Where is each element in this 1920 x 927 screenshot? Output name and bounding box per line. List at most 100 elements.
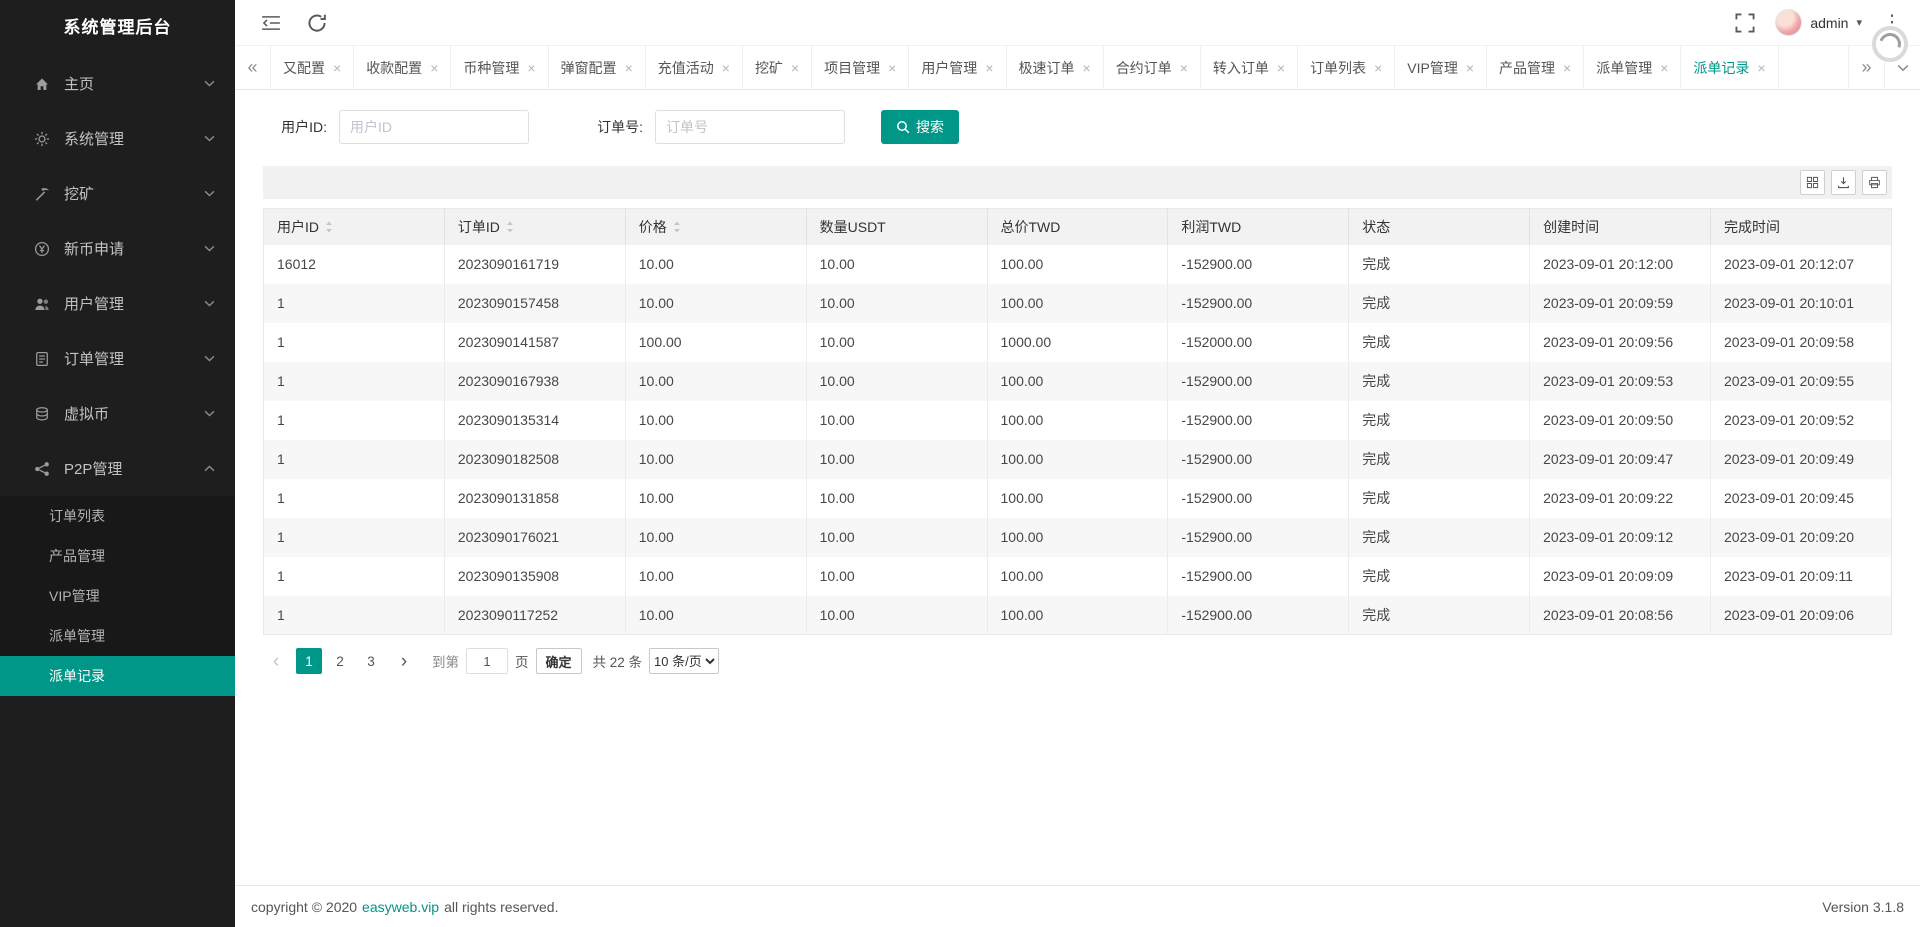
close-icon[interactable]: × [985,61,993,75]
sidebar-item[interactable]: 挖矿 [0,166,235,221]
sidebar-item[interactable]: P2P管理 [0,441,235,496]
table-cell: 100.00 [987,479,1168,518]
column-header[interactable]: 订单ID [444,209,625,245]
sidebar-subitem[interactable]: 派单管理 [0,616,235,656]
site-link[interactable]: easyweb.vip [362,899,439,915]
tab[interactable]: 用户管理× [909,46,1006,89]
next-page-button[interactable]: › [391,648,417,674]
close-icon[interactable]: × [1660,61,1668,75]
sort-icon[interactable] [325,221,333,233]
close-icon[interactable]: × [1563,61,1571,75]
close-icon[interactable]: × [722,61,730,75]
tab-label: 派单记录 [1693,58,1749,78]
tab[interactable]: 产品管理× [1487,46,1584,89]
search-button-label: 搜索 [916,117,944,137]
table-row[interactable]: 1202309013185810.0010.00100.00-152900.00… [264,479,1892,518]
sidebar-subitem[interactable]: 派单记录 [0,656,235,696]
tab[interactable]: 弹窗配置× [549,46,646,89]
page-number-button[interactable]: 1 [296,648,322,674]
close-icon[interactable]: × [1180,61,1188,75]
export-button[interactable] [1831,170,1856,195]
page-number-button[interactable]: 3 [358,648,384,674]
sidebar-subitem[interactable]: 订单列表 [0,496,235,536]
user-id-input[interactable] [339,110,529,144]
close-icon[interactable]: × [1277,61,1285,75]
tab[interactable]: 收款配置× [354,46,451,89]
table-cell: 100.00 [987,518,1168,557]
chevron-down-icon [204,300,215,307]
sidebar-item[interactable]: 新币申请 [0,221,235,276]
search-button[interactable]: 搜索 [881,110,959,144]
close-icon[interactable]: × [888,61,896,75]
sidebar-subitem[interactable]: VIP管理 [0,576,235,616]
close-icon[interactable]: × [1757,61,1765,75]
tab[interactable]: 派单管理× [1584,46,1681,89]
tab[interactable]: 极速订单× [1007,46,1104,89]
app-title: 系统管理后台 [0,0,235,56]
tab[interactable]: 转入订单 × [1201,46,1298,89]
table-cell: -152900.00 [1168,479,1349,518]
table-cell: 完成 [1349,518,1530,557]
page-size-select[interactable]: 10 条/页 [649,648,719,674]
orders-table: 用户ID订单ID价格数量USDT总价TWD利润TWD状态创建时间完成时间 160… [263,208,1892,635]
fullscreen-icon[interactable] [1735,13,1755,33]
table-row[interactable]: 1202309013590810.0010.00100.00-152900.00… [264,557,1892,596]
table-row[interactable]: 1202309017602110.0010.00100.00-152900.00… [264,518,1892,557]
goto-page-input[interactable] [466,648,508,674]
table-row[interactable]: 12023090141587100.0010.001000.00-152000.… [264,323,1892,362]
sort-icon[interactable] [673,221,681,233]
table-row[interactable]: 1202309011725210.0010.00100.00-152900.00… [264,596,1892,635]
table-row[interactable]: 1202309016793810.0010.00100.00-152900.00… [264,362,1892,401]
close-icon[interactable]: × [333,61,341,75]
table-cell: 2023-09-01 20:09:59 [1530,284,1711,323]
close-icon[interactable]: × [430,61,438,75]
table-row[interactable]: 1202309018250810.0010.00100.00-152900.00… [264,440,1892,479]
prev-page-button[interactable]: ‹ [263,648,289,674]
table-body: 16012202309016171910.0010.00100.00-15290… [264,245,1892,635]
tab[interactable]: 币种管理× [451,46,548,89]
tab[interactable]: 充值活动× [646,46,743,89]
print-button[interactable] [1862,170,1887,195]
tab[interactable]: 挖矿× [743,46,812,89]
user-menu[interactable]: admin ▾ [1775,9,1862,36]
table-cell: 1 [264,518,445,557]
page-number-button[interactable]: 2 [327,648,353,674]
table-row[interactable]: 1202309013531410.0010.00100.00-152900.00… [264,401,1892,440]
close-icon[interactable]: × [527,61,535,75]
tabs-scroll-left-button[interactable]: « [235,46,271,89]
table-cell: 10.00 [806,479,987,518]
tab[interactable]: 合约订单× [1104,46,1201,89]
sidebar-item[interactable]: 系统管理 [0,111,235,166]
table-row[interactable]: 1202309015745810.0010.00100.00-152900.00… [264,284,1892,323]
order-no-input[interactable] [655,110,845,144]
theme-settings-button[interactable] [1872,26,1908,62]
tab-label: 转入订单 [1213,58,1269,78]
close-icon[interactable]: × [1466,61,1474,75]
table-cell: -152000.00 [1168,323,1349,362]
goto-confirm-button[interactable]: 确定 [536,648,582,674]
table-cell: 10.00 [806,440,987,479]
columns-toggle-button[interactable] [1800,170,1825,195]
tab[interactable]: 又配置× [271,46,354,89]
table-row[interactable]: 16012202309016171910.0010.00100.00-15290… [264,245,1892,284]
close-icon[interactable]: × [1374,61,1382,75]
users-icon [34,296,50,312]
tab[interactable]: 项目管理× [812,46,909,89]
sidebar-item[interactable]: 用户管理 [0,276,235,331]
column-header[interactable]: 价格 [625,209,806,245]
column-label: 完成时间 [1724,217,1780,237]
sidebar-subitem[interactable]: 产品管理 [0,536,235,576]
sidebar-item[interactable]: 订单管理 [0,331,235,386]
sidebar-item[interactable]: 主页 [0,56,235,111]
column-header[interactable]: 用户ID [264,209,445,245]
close-icon[interactable]: × [625,61,633,75]
tab[interactable]: 派单记录 × [1681,46,1778,89]
close-icon[interactable]: × [1083,61,1091,75]
close-icon[interactable]: × [791,61,799,75]
sort-icon[interactable] [506,221,514,233]
collapse-sidebar-icon[interactable] [261,13,281,33]
refresh-icon[interactable] [307,13,327,33]
tab[interactable]: 订单列表× [1298,46,1395,89]
tab[interactable]: VIP管理× [1395,46,1487,89]
sidebar-item[interactable]: 虚拟币 [0,386,235,441]
